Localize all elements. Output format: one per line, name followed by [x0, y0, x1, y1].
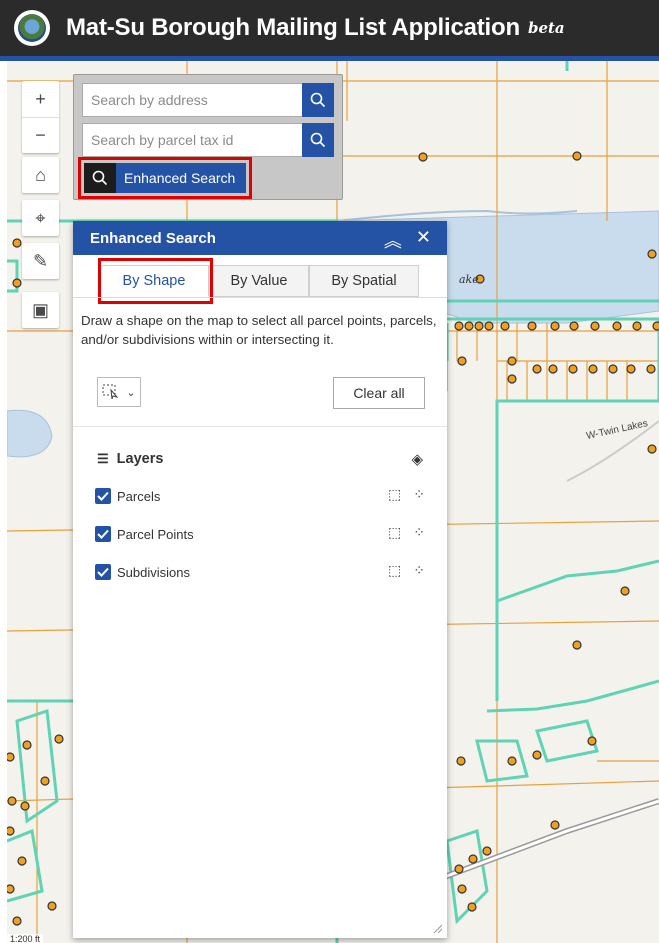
parcels-checkbox[interactable] [95, 488, 111, 504]
layer-label: Parcels [117, 488, 161, 504]
search-icon [310, 132, 326, 148]
draw-toolbar: ⌄ Clear all [97, 377, 425, 411]
check-icon [97, 529, 109, 539]
scale-label: 1:200 ft [7, 934, 44, 943]
tab-by-value[interactable]: By Value [209, 265, 309, 297]
search-panel: Enhanced Search [73, 74, 343, 200]
clear-all-button[interactable]: Clear all [333, 377, 425, 409]
tab-divider [73, 297, 447, 298]
check-icon [97, 491, 109, 501]
locate-button[interactable]: ⌖ [22, 200, 59, 236]
locate-control: ⌖ [22, 200, 59, 236]
app-title: Mat-Su Borough Mailing List Application [66, 14, 520, 41]
zoom-in-button[interactable]: + [22, 81, 59, 117]
parcel-search-button[interactable] [302, 123, 334, 157]
lake-label: ake [459, 273, 479, 286]
enhanced-search-button[interactable]: Enhanced Search [84, 163, 246, 193]
layers-title: Layers [116, 451, 164, 467]
parcel-points-checkbox[interactable] [95, 526, 111, 542]
resize-handle-icon[interactable] [433, 924, 443, 934]
zoom-in-icon: + [35, 88, 46, 109]
bookmark-button[interactable]: ▣ [22, 292, 59, 328]
enhanced-search-highlight: Enhanced Search [78, 157, 252, 199]
layers-list-icon: ☰ [97, 451, 109, 466]
layers-stack-icon[interactable]: ◈ [411, 450, 423, 468]
beta-tag: beta [527, 19, 565, 37]
close-icon[interactable]: ✕ [416, 227, 431, 253]
enhanced-search-icon-box [84, 163, 116, 193]
select-all-icon[interactable]: ⁘ [413, 524, 425, 541]
select-all-icon[interactable]: ⁘ [413, 486, 425, 503]
layer-label: Subdivisions [117, 564, 190, 580]
layer-row-parcels: Parcels ⬚ ⁘ [95, 486, 425, 506]
borough-logo [14, 10, 50, 46]
clear-selection-icon[interactable]: ⬚ [388, 562, 401, 579]
layer-label: Parcel Points [117, 526, 194, 542]
layer-row-subdivisions: Subdivisions ⬚ ⁘ [95, 562, 425, 582]
app-header: Mat-Su Borough Mailing List Application … [0, 0, 659, 56]
enhanced-search-panel: Enhanced Search ︽ ✕ By Shape By Value By… [73, 221, 447, 938]
address-search-input[interactable] [82, 83, 302, 117]
tab-by-spatial[interactable]: By Spatial [309, 265, 419, 297]
bookmark-icon: ▣ [31, 299, 49, 320]
measure-control: ✎ [22, 243, 59, 279]
home-control: ⌂ [22, 157, 59, 193]
select-all-icon[interactable]: ⁘ [413, 562, 425, 579]
zoom-out-button[interactable]: − [22, 117, 59, 153]
shape-description: Draw a shape on the map to select all pa… [81, 313, 437, 347]
lasso-select-icon [102, 384, 119, 400]
collapse-icon[interactable]: ︽ [384, 227, 402, 253]
road-label: W-Twin Lakes [585, 418, 649, 442]
draw-tool-select[interactable]: ⌄ [97, 377, 141, 407]
subdivisions-checkbox[interactable] [95, 564, 111, 580]
zoom-out-icon: − [35, 125, 46, 145]
panel-header: Enhanced Search ︽ ✕ [73, 221, 447, 255]
bookmark-control: ▣ [22, 292, 59, 328]
clear-selection-icon[interactable]: ⬚ [388, 486, 401, 503]
measure-icon: ✎ [32, 250, 49, 271]
layer-row-parcel-points: Parcel Points ⬚ ⁘ [95, 524, 425, 544]
layers-header: ☰ Layers ◈ [97, 449, 423, 469]
clear-selection-icon[interactable]: ⬚ [388, 524, 401, 541]
check-icon [97, 567, 109, 577]
section-divider [73, 426, 447, 427]
parcel-search [82, 123, 334, 157]
panel-title: Enhanced Search [90, 229, 216, 247]
measure-button[interactable]: ✎ [22, 243, 59, 279]
enhanced-search-label: Enhanced Search [116, 163, 246, 193]
search-icon [310, 92, 326, 108]
home-button[interactable]: ⌂ [22, 157, 59, 193]
pond [7, 409, 53, 458]
search-icon [92, 170, 108, 186]
address-search-button[interactable] [302, 83, 334, 117]
home-icon: ⌂ [35, 164, 46, 185]
locate-icon: ⌖ [35, 207, 46, 228]
zoom-controls: + − [22, 81, 59, 153]
chevron-down-icon: ⌄ [126, 386, 136, 399]
address-search [82, 83, 334, 117]
parcel-search-input[interactable] [82, 123, 302, 157]
